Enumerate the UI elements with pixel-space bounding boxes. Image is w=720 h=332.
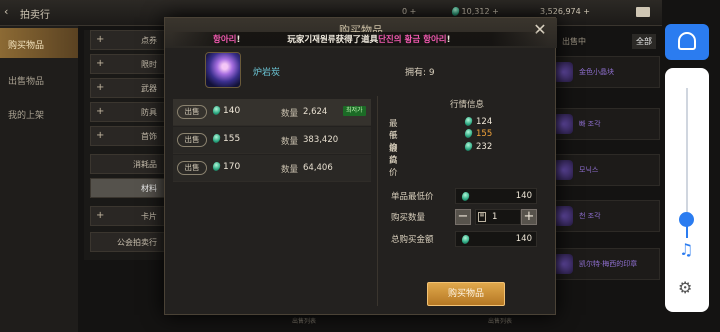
gem-icon xyxy=(450,6,461,17)
quantity-value: 64,406 xyxy=(303,163,333,173)
category-item[interactable]: 消耗品 xyxy=(90,154,168,174)
list-item[interactable]: 천 조각 xyxy=(548,200,660,232)
listing-price: 170 xyxy=(211,161,240,172)
filter-dropdown[interactable]: 全部 xyxy=(632,34,656,49)
currency-ticket: 0 + xyxy=(402,7,417,16)
bell-off-icon xyxy=(678,32,696,50)
sell-tag: 出售 xyxy=(177,161,207,175)
nav-item-sell[interactable]: 出售物品 xyxy=(0,64,78,94)
listing-row[interactable]: 出售 140 数量 2,624 최저가 xyxy=(173,99,371,126)
quantity-label: 数量 xyxy=(281,109,299,119)
gem-icon xyxy=(211,105,222,116)
quantity-label: 数量 xyxy=(281,165,299,175)
notice-highlight: 단진의 황금 항아리 xyxy=(378,35,447,45)
quantity-label: 数量 xyxy=(281,137,299,147)
owned-count: 拥有: 9 xyxy=(405,68,435,78)
category-item-selected[interactable]: 材料 xyxy=(90,178,168,198)
increase-quantity-button[interactable]: + xyxy=(521,209,537,225)
list-footer: 出售列表 xyxy=(488,318,513,325)
unit-min-price-row: 单品最低价 140 xyxy=(391,188,537,204)
category-item[interactable]: + 卡片 xyxy=(90,206,168,226)
buy-item-modal: 购买物品 ✕ 항아리! 玩家기재원류获得了道具단진의 황금 항아리! 炉岩炭 拥… xyxy=(164,17,557,315)
list-item[interactable]: 凯尔特·梅西的印章 xyxy=(548,248,660,280)
list-footer: 出售列表 xyxy=(292,318,317,325)
category-item[interactable]: + 防具 xyxy=(90,102,168,122)
total-price-field: 140 xyxy=(455,231,537,247)
system-notice: 항아리! 玩家기재원류获得了道具단진의 황금 항아리! xyxy=(171,32,549,46)
total-price-row: 总购买金额 140 xyxy=(391,231,537,247)
category-panel: + 点券 + 限时 + 武器 + 防具 + 首饰 消耗品 材料 + 卡片 公会拍卖行 xyxy=(84,30,168,260)
back-arrow-icon[interactable]: ‹ xyxy=(4,5,16,18)
quantity-row: 购买数量 − ▦ 1 + xyxy=(391,209,537,225)
sell-tag: 出售 xyxy=(177,133,207,147)
purple-crystal-item-icon xyxy=(205,52,241,88)
gem-icon xyxy=(211,161,222,172)
currency-gem: 10,312 + xyxy=(450,6,499,17)
listing-row[interactable]: 出售 155 数量 383,420 xyxy=(173,127,371,154)
volume-panel: ♫ ⚙ xyxy=(665,68,709,312)
mail-icon[interactable] xyxy=(636,7,650,17)
notice-text: ! xyxy=(446,35,451,45)
gem-icon xyxy=(463,128,474,139)
item-thumbnail xyxy=(553,206,573,226)
quantity-value: 383,420 xyxy=(303,135,339,145)
page-title: 拍卖行 xyxy=(20,10,50,21)
notice-highlight: 항아리 xyxy=(213,35,237,45)
list-item[interactable]: 빠 조각 xyxy=(548,108,660,140)
item-thumbnail xyxy=(553,160,573,180)
gear-icon[interactable]: ⚙ xyxy=(678,278,692,297)
item-thumbnail xyxy=(553,62,573,82)
left-nav: 购买物品 出售物品 我的上架 xyxy=(0,26,78,332)
gem-icon xyxy=(211,133,222,144)
buy-item-button[interactable]: 购买物品 xyxy=(427,282,505,306)
gem-icon xyxy=(463,116,474,127)
quantity-input[interactable]: ▦ 1 xyxy=(475,209,521,225)
nav-item-my-listings[interactable]: 我的上架 xyxy=(0,98,78,128)
listings-table: 出售 140 数量 2,624 최저가 出售 155 数量 383,420 出售… xyxy=(173,99,371,187)
list-header: 出售中 xyxy=(562,37,586,46)
category-item[interactable]: + 限时 xyxy=(90,54,168,74)
item-thumbnail xyxy=(553,114,573,134)
item-name: 炉岩炭 xyxy=(253,68,281,78)
currency-gold: 3,526,974 + xyxy=(540,7,590,16)
list-item[interactable]: 金色小晶块 xyxy=(548,56,660,88)
calculator-icon[interactable]: ▦ xyxy=(478,212,486,222)
unit-min-price-field: 140 xyxy=(455,188,537,204)
notice-text: 玩家기재원류获得了道具 xyxy=(287,35,379,45)
list-item[interactable]: 모닉스 xyxy=(548,154,660,186)
panel-divider xyxy=(377,96,378,306)
listing-price: 140 xyxy=(211,105,240,116)
category-item[interactable]: 公会拍卖行 xyxy=(90,232,168,252)
music-off-icon[interactable]: ♫ xyxy=(679,240,693,259)
item-thumbnail xyxy=(553,254,573,274)
decrease-quantity-button[interactable]: − xyxy=(455,209,471,225)
sell-tag: 出售 xyxy=(177,105,207,119)
gem-icon xyxy=(460,191,471,202)
listing-panel: 出售中 全部 金色小晶块 빠 조각 모닉스 천 조각 凯尔特·梅西的印章 出售列… xyxy=(292,28,660,332)
notice-text: ! xyxy=(236,35,241,45)
mute-notification-button[interactable] xyxy=(665,24,709,60)
listing-price: 155 xyxy=(211,133,240,144)
gem-icon xyxy=(460,234,471,245)
gem-icon xyxy=(463,141,474,152)
category-item[interactable]: + 点券 xyxy=(90,30,168,50)
market-info-title: 行情信息 xyxy=(449,100,484,110)
nav-item-buy[interactable]: 购买物品 xyxy=(0,28,78,58)
quantity-value: 2,624 xyxy=(303,107,328,117)
category-item[interactable]: + 首饰 xyxy=(90,126,168,146)
volume-slider-handle[interactable] xyxy=(679,212,694,227)
lowest-price-badge: 최저가 xyxy=(343,106,366,116)
listing-row[interactable]: 出售 170 数量 64,406 xyxy=(173,155,371,182)
system-sidebar: ♫ ⚙ xyxy=(662,0,720,332)
category-item[interactable]: + 武器 xyxy=(90,78,168,98)
